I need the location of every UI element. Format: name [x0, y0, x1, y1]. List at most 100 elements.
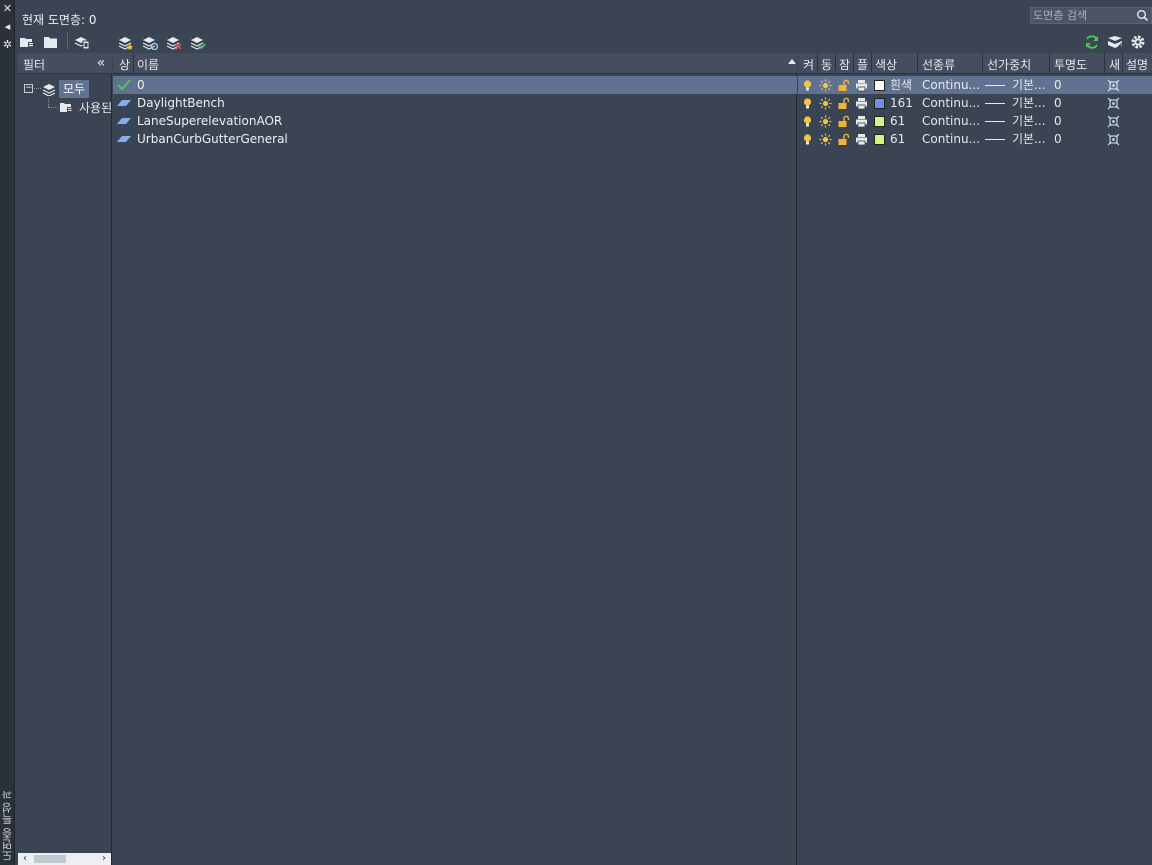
layer-color[interactable]: 61: [890, 130, 905, 148]
new-layer-button[interactable]: [117, 33, 135, 50]
layer-settings-button[interactable]: [1106, 33, 1124, 50]
color-swatch[interactable]: [874, 76, 885, 94]
printer-icon[interactable]: [855, 76, 868, 94]
column-header-linetype[interactable]: 선종류: [922, 56, 955, 73]
search-icon: [1137, 10, 1149, 22]
layer-transparency[interactable]: 0: [1054, 112, 1062, 130]
layer-states-manager-icon: [74, 36, 90, 49]
layer-color[interactable]: 61: [890, 112, 905, 130]
new-vp-freeze-icon[interactable]: [1107, 94, 1120, 112]
layer-search-input[interactable]: [1031, 8, 1135, 23]
filter-header: 필터 «: [18, 53, 112, 74]
delete-layer-icon: [166, 36, 182, 50]
column-header-plot[interactable]: 플: [857, 56, 868, 73]
column-header-lock[interactable]: 잠: [839, 56, 850, 73]
sun-thawed-icon[interactable]: [819, 76, 832, 94]
new-vp-freeze-icon[interactable]: [1107, 76, 1120, 94]
layer-linetype[interactable]: Continu...: [922, 76, 980, 94]
new-group-filter-icon: [44, 36, 57, 48]
properties-icon[interactable]: ✲: [1, 38, 14, 51]
sun-thawed-icon[interactable]: [819, 130, 832, 148]
layer-name[interactable]: DaylightBench: [137, 94, 225, 112]
sun-thawed-icon[interactable]: [819, 94, 832, 112]
layer-list-header: 상 이름: [113, 53, 797, 74]
sun-thawed-icon[interactable]: [819, 112, 832, 130]
layer-transparency[interactable]: 0: [1054, 76, 1062, 94]
color-swatch[interactable]: [874, 94, 885, 112]
printer-icon[interactable]: [855, 112, 868, 130]
color-swatch[interactable]: [874, 112, 885, 130]
collapse-filters-icon[interactable]: «: [93, 55, 109, 71]
scrollbar-thumb[interactable]: [34, 855, 66, 863]
layer-properties-row[interactable]: 61 Continu... 기본... 0: [798, 130, 1152, 148]
layer-transparency[interactable]: 0: [1054, 94, 1062, 112]
delete-layer-button[interactable]: [165, 33, 183, 50]
gear-button[interactable]: [1129, 33, 1147, 50]
scroll-right-icon[interactable]: ›: [98, 853, 110, 865]
layer-list-properties-pane: 켜 동 잠 플 색상 선종류 선가중치 투명도 새 설명 흰색 Continu.…: [798, 53, 1152, 865]
column-header-transparency[interactable]: 투명도: [1054, 56, 1087, 73]
column-header-new-vp-freeze[interactable]: 새: [1109, 56, 1120, 73]
layer-row[interactable]: UrbanCurbGutterGeneral: [113, 130, 797, 148]
set-current-button[interactable]: [189, 33, 207, 50]
layer-color[interactable]: 161: [890, 94, 913, 112]
new-property-filter-button[interactable]: [18, 33, 36, 50]
layer-linetype[interactable]: Continu...: [922, 130, 980, 148]
color-swatch[interactable]: [874, 130, 885, 148]
layer-properties-row[interactable]: 흰색 Continu... 기본... 0: [798, 76, 1152, 94]
layer-row[interactable]: LaneSuperelevationAOR: [113, 112, 797, 130]
lock-open-icon[interactable]: [837, 112, 850, 130]
layer-linetype[interactable]: Continu...: [922, 112, 980, 130]
new-vp-freeze-icon[interactable]: [1107, 130, 1120, 148]
layer-name[interactable]: 0: [137, 76, 145, 94]
layer-properties-row[interactable]: 61 Continu... 기본... 0: [798, 112, 1152, 130]
scroll-left-icon[interactable]: ‹: [19, 853, 31, 865]
layer-lineweight[interactable]: 기본...: [1012, 76, 1046, 94]
layer-lineweight[interactable]: 기본...: [1012, 130, 1046, 148]
printer-icon[interactable]: [855, 94, 868, 112]
column-header-color[interactable]: 색상: [875, 56, 897, 73]
sort-ascending-icon: [788, 59, 796, 64]
layer-name[interactable]: UrbanCurbGutterGeneral: [137, 130, 288, 148]
close-icon[interactable]: ✕: [1, 2, 14, 15]
lock-open-icon[interactable]: [837, 94, 850, 112]
column-header-freeze[interactable]: 동: [821, 56, 832, 73]
column-header-lineweight[interactable]: 선가중치: [987, 56, 1031, 73]
layers-icon: [42, 84, 56, 96]
bulb-on-icon[interactable]: [801, 94, 814, 112]
lock-open-icon[interactable]: [837, 76, 850, 94]
filter-horizontal-scrollbar[interactable]: ‹ ›: [18, 853, 111, 865]
layer-color[interactable]: 흰색: [890, 76, 912, 94]
layer-row[interactable]: 0: [113, 76, 797, 94]
filter-tree-item-used[interactable]: 사용된 모든 도면층: [48, 98, 112, 116]
layer-name[interactable]: LaneSuperelevationAOR: [137, 112, 282, 130]
auto-hide-icon[interactable]: ◂: [1, 20, 14, 33]
layer-properties-row[interactable]: 161 Continu... 기본... 0: [798, 94, 1152, 112]
column-header-description[interactable]: 설명: [1126, 56, 1148, 73]
layer-row[interactable]: DaylightBench: [113, 94, 797, 112]
layer-lineweight[interactable]: 기본...: [1012, 112, 1046, 130]
new-vp-freeze-icon[interactable]: [1107, 112, 1120, 130]
new-group-filter-button[interactable]: [42, 33, 60, 50]
column-header-name[interactable]: 이름: [137, 56, 159, 73]
property-filter-icon: [60, 103, 72, 113]
filter-tree-item-all[interactable]: − 모두: [24, 80, 110, 98]
layer-transparency[interactable]: 0: [1054, 130, 1062, 148]
new-layer-vp-frozen-button[interactable]: [141, 33, 159, 50]
bulb-on-icon[interactable]: [801, 130, 814, 148]
properties-header: 켜 동 잠 플 색상 선종류 선가중치 투명도 새 설명: [798, 53, 1152, 74]
layer-search-box[interactable]: [1030, 7, 1152, 24]
bulb-on-icon[interactable]: [801, 112, 814, 130]
column-header-on[interactable]: 켜: [803, 56, 814, 73]
refresh-button[interactable]: [1083, 33, 1101, 50]
tree-collapse-icon[interactable]: −: [24, 84, 33, 93]
bulb-on-icon[interactable]: [801, 76, 814, 94]
printer-icon[interactable]: [855, 130, 868, 148]
layer-list-name-pane: 상 이름 0 DaylightBench LaneSuperelevationA…: [113, 53, 797, 865]
layer-status-icon: [117, 136, 131, 142]
lock-open-icon[interactable]: [837, 130, 850, 148]
layer-states-manager-button[interactable]: [73, 33, 91, 50]
column-header-status[interactable]: 상: [119, 56, 130, 73]
layer-linetype[interactable]: Continu...: [922, 94, 980, 112]
layer-lineweight[interactable]: 기본...: [1012, 94, 1046, 112]
